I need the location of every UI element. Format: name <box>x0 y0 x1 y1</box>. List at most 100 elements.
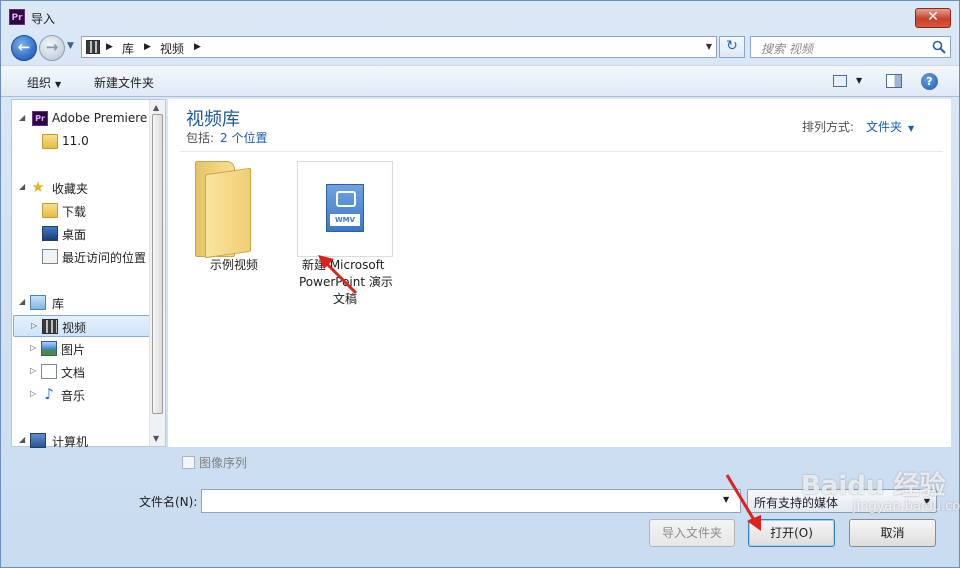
premiere-app-icon: Pr <box>9 9 25 25</box>
address-bar[interactable]: ▶ 库 ▶ 视频 ▶ ▼ <box>81 36 717 58</box>
nav-item-label: 视频 <box>62 321 87 335</box>
nav-item-label: 计算机 <box>52 435 89 449</box>
sort-value: 文件夹 <box>866 120 903 134</box>
camera-icon <box>336 191 356 207</box>
nav-item-label: 库 <box>52 297 65 311</box>
baidu-watermark: Baidu 经验 <box>801 471 946 501</box>
search-placeholder: 搜索 视频 <box>761 42 813 56</box>
nav-item-label: 桌面 <box>62 228 87 242</box>
download-folder-icon <box>42 203 58 218</box>
nav-item-computer[interactable]: ◢ 计算机 <box>16 430 150 452</box>
search-input[interactable]: 搜索 视频 <box>750 36 951 58</box>
premiere-icon: Pr <box>32 111 48 126</box>
breadcrumb-separator-icon[interactable]: ▶ <box>144 42 151 52</box>
cancel-button[interactable]: 取消 <box>849 519 936 547</box>
nav-item-label: 文档 <box>61 366 86 380</box>
nav-item-videos[interactable]: ▷ 视频 <box>13 315 150 337</box>
nav-item-downloads[interactable]: 下载 <box>16 200 150 222</box>
nav-item-label: 图片 <box>61 343 86 357</box>
forward-button[interactable]: → <box>39 35 65 61</box>
organize-button[interactable]: 组织 ▼ <box>27 74 61 91</box>
file-name: 示例视频 <box>210 258 259 272</box>
nav-item-pictures[interactable]: ▷ 图片 <box>16 338 150 360</box>
window-title: 导入 <box>31 12 56 26</box>
nav-item-recent-places[interactable]: 最近访问的位置 <box>16 246 150 268</box>
view-dropdown-icon[interactable]: ▼ <box>856 76 862 85</box>
image-sequence-checkbox[interactable] <box>182 456 195 469</box>
folder-icon <box>195 161 253 259</box>
nav-item-favorites[interactable]: ◢ ★ 收藏夹 <box>16 177 150 199</box>
content-divider <box>180 151 943 152</box>
nav-item-adobe-premiere[interactable]: ◢ Pr Adobe Premiere <box>16 108 150 130</box>
nav-item-desktop[interactable]: 桌面 <box>16 223 150 245</box>
nav-item-documents[interactable]: ▷ 文档 <box>16 361 150 383</box>
nav-item-11-0[interactable]: 11.0 <box>16 131 150 153</box>
back-button[interactable]: ← <box>11 35 37 61</box>
nav-item-libraries[interactable]: ◢ 库 <box>16 292 150 314</box>
wmv-badge: WMV <box>330 214 360 226</box>
nav-item-label: 11.0 <box>62 134 89 148</box>
change-view-icon[interactable] <box>833 75 847 87</box>
nav-item-label: 音乐 <box>61 389 86 403</box>
expanded-triangle-icon[interactable]: ◢ <box>19 182 25 191</box>
nav-scrollbar[interactable]: ▲ ▼ <box>149 100 165 446</box>
music-icon: ♪ <box>44 385 54 403</box>
includes-label: 包括: <box>186 131 215 145</box>
library-includes: 包括: 2 个位置 <box>186 129 268 146</box>
scrollbar-thumb[interactable] <box>152 114 163 414</box>
folder-front-shape <box>205 167 251 259</box>
wmv-video-icon: WMV <box>326 184 364 232</box>
history-dropdown-icon[interactable]: ▼ <box>67 41 74 51</box>
search-icon[interactable] <box>932 40 946 54</box>
import-dialog: Pr 导入 ✕ ← → ▼ ▶ 库 ▶ 视频 ▶ ▼ ↻ 搜索 视频 组织 ▼ 新… <box>0 0 960 568</box>
refresh-button[interactable]: ↻ <box>719 36 745 58</box>
sort-label: 排列方式: <box>802 120 855 134</box>
breadcrumb-separator-icon[interactable]: ▶ <box>106 42 113 52</box>
collapsed-triangle-icon[interactable]: ▷ <box>30 343 36 352</box>
nav-item-label: 下载 <box>62 205 87 219</box>
computer-icon <box>30 433 46 448</box>
help-icon[interactable]: ? <box>921 73 938 90</box>
folder-icon <box>42 134 58 149</box>
annotation-arrow-icon <box>725 474 761 531</box>
library-icon <box>30 295 46 310</box>
scroll-up-icon[interactable]: ▲ <box>153 103 159 112</box>
nav-item-label: Adobe Premiere <box>52 111 148 125</box>
sort-dropdown[interactable]: 文件夹 ▼ <box>866 118 914 135</box>
breadcrumb-separator-icon[interactable]: ▶ <box>194 42 201 52</box>
recent-places-icon <box>42 249 58 264</box>
video-library-icon <box>86 40 100 54</box>
baidu-watermark-url: jingyan.baidu.com <box>853 499 960 514</box>
filename-input[interactable] <box>201 489 741 513</box>
preview-pane-icon[interactable] <box>886 74 902 88</box>
nav-item-label: 收藏夹 <box>52 182 89 196</box>
collapsed-triangle-icon[interactable]: ▷ <box>30 389 36 398</box>
expanded-triangle-icon[interactable]: ◢ <box>19 113 25 122</box>
scroll-down-icon[interactable]: ▼ <box>153 434 159 443</box>
toolbar: 组织 ▼ 新建文件夹 ▼ ? <box>1 65 959 97</box>
breadcrumb-video[interactable]: 视频 <box>160 40 184 57</box>
filename-label: 文件名(N): <box>139 495 198 509</box>
new-folder-button[interactable]: 新建文件夹 <box>94 74 154 91</box>
collapsed-triangle-icon[interactable]: ▷ <box>31 321 37 330</box>
breadcrumb-library[interactable]: 库 <box>122 40 134 57</box>
expanded-triangle-icon[interactable]: ◢ <box>19 435 25 444</box>
file-list-pane: 视频库 包括: 2 个位置 排列方式: 文件夹 ▼ 示例视频 WMV 新建 Micr… <box>168 99 951 447</box>
chevron-down-icon: ▼ <box>55 80 62 89</box>
image-sequence-label: 图像序列 <box>199 456 248 470</box>
organize-label: 组织 <box>27 76 52 90</box>
desktop-icon <box>42 226 58 241</box>
nav-item-music[interactable]: ▷ ♪ 音乐 <box>16 384 150 406</box>
close-button[interactable]: ✕ <box>915 8 951 28</box>
nav-item-label: 最近访问的位置 <box>62 251 147 265</box>
locations-link[interactable]: 2 个位置 <box>220 131 267 145</box>
annotation-arrow-icon <box>318 255 358 295</box>
star-icon: ★ <box>31 178 45 196</box>
title-bar: Pr 导入 ✕ <box>1 1 959 33</box>
chevron-down-icon: ▼ <box>908 124 915 133</box>
expanded-triangle-icon[interactable]: ◢ <box>19 297 25 306</box>
address-dropdown-icon[interactable]: ▼ <box>706 42 712 51</box>
pictures-icon <box>41 341 57 356</box>
library-title: 视频库 <box>186 109 240 130</box>
collapsed-triangle-icon[interactable]: ▷ <box>30 366 36 375</box>
